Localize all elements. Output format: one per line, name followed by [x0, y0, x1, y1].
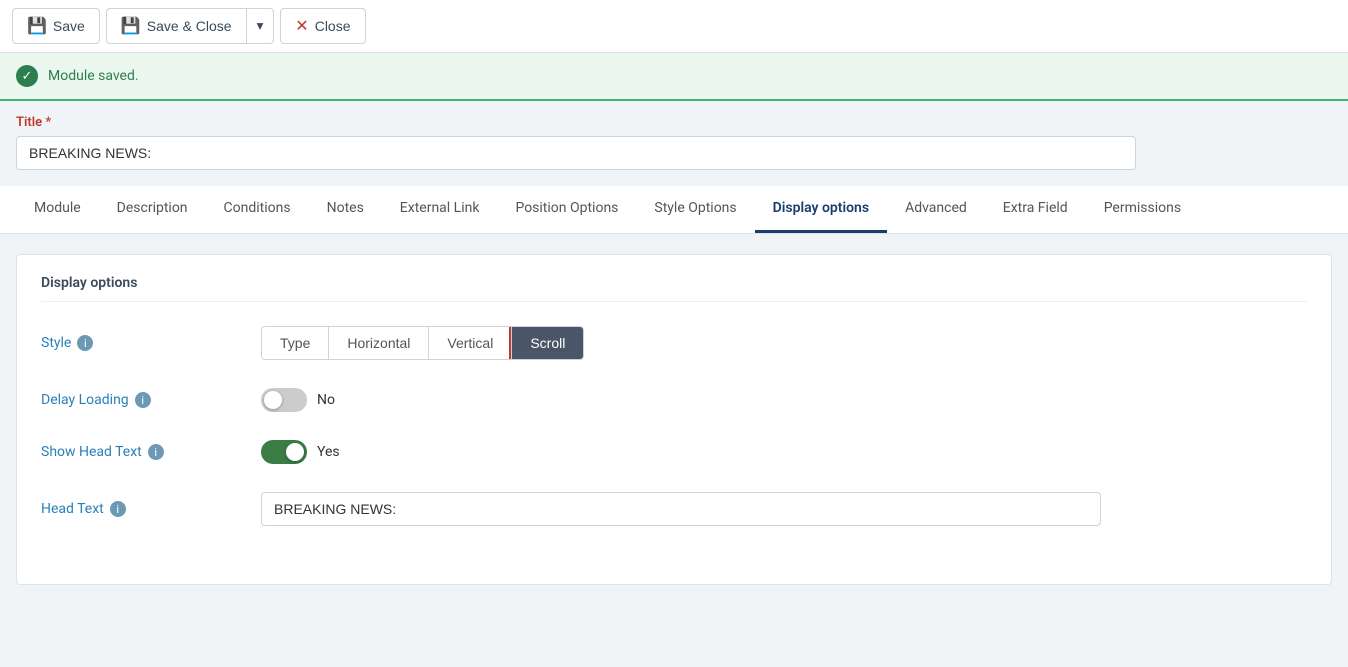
show-head-text-row: Show Head Text i Yes — [41, 440, 1307, 464]
save-close-icon: 💾 — [121, 16, 141, 36]
save-close-button[interactable]: 💾 Save & Close — [106, 8, 246, 44]
style-row: Style i Type Horizontal Vertical Scroll — [41, 326, 1307, 360]
show-head-text-info-icon[interactable]: i — [148, 444, 164, 460]
show-head-text-state-label: Yes — [317, 444, 340, 460]
success-message: Module saved. — [48, 68, 139, 84]
style-label: Style i — [41, 335, 241, 351]
tab-extra-field[interactable]: Extra Field — [985, 186, 1086, 233]
head-text-label: Head Text i — [41, 501, 241, 517]
save-close-group: 💾 Save & Close ▾ — [106, 8, 274, 44]
save-close-label: Save & Close — [147, 18, 232, 34]
delay-loading-label: Delay Loading i — [41, 392, 241, 408]
toolbar: 💾 Save 💾 Save & Close ▾ ✕ Close — [0, 0, 1348, 53]
tab-conditions[interactable]: Conditions — [206, 186, 309, 233]
style-button-group: Type Horizontal Vertical Scroll — [261, 326, 584, 360]
show-head-text-toggle-wrapper: Yes — [261, 440, 340, 464]
tab-permissions[interactable]: Permissions — [1086, 186, 1199, 233]
card-title: Display options — [41, 275, 1307, 302]
close-label: Close — [315, 18, 351, 34]
delay-loading-toggle[interactable] — [261, 388, 307, 412]
tab-module[interactable]: Module — [16, 186, 99, 233]
tab-notes[interactable]: Notes — [309, 186, 382, 233]
tab-style-options[interactable]: Style Options — [636, 186, 754, 233]
tab-description[interactable]: Description — [99, 186, 206, 233]
tabs-bar: Module Description Conditions Notes Exte… — [0, 186, 1348, 234]
tab-display-options[interactable]: Display options — [755, 186, 887, 233]
save-label: Save — [53, 18, 85, 34]
title-section: Title * — [0, 101, 1348, 170]
show-head-text-toggle[interactable] — [261, 440, 307, 464]
delay-loading-info-icon[interactable]: i — [135, 392, 151, 408]
style-button-group-wrapper: Type Horizontal Vertical Scroll — [261, 326, 584, 360]
success-icon: ✓ — [16, 65, 38, 87]
title-label: Title * — [16, 115, 1332, 130]
save-icon: 💾 — [27, 16, 47, 36]
tab-external-link[interactable]: External Link — [382, 186, 498, 233]
title-input[interactable] — [16, 136, 1136, 170]
delay-loading-toggle-wrapper: No — [261, 388, 335, 412]
success-banner: ✓ Module saved. — [0, 53, 1348, 101]
style-info-icon[interactable]: i — [77, 335, 93, 351]
show-head-text-label: Show Head Text i — [41, 444, 241, 460]
show-head-text-toggle-thumb — [286, 443, 304, 461]
save-button[interactable]: 💾 Save — [12, 8, 100, 44]
check-icon: ✓ — [22, 69, 33, 84]
style-vertical-button[interactable]: Vertical — [429, 327, 512, 359]
delay-loading-state-label: No — [317, 392, 335, 408]
content-area: Display options Style i Type Horizontal … — [0, 234, 1348, 634]
delay-loading-row: Delay Loading i No — [41, 388, 1307, 412]
dropdown-chevron-icon: ▾ — [257, 18, 264, 33]
close-icon: ✕ — [295, 16, 308, 36]
head-text-info-icon[interactable]: i — [110, 501, 126, 517]
style-horizontal-button[interactable]: Horizontal — [329, 327, 429, 359]
save-close-dropdown[interactable]: ▾ — [246, 8, 275, 44]
head-text-input[interactable] — [261, 492, 1101, 526]
required-marker: * — [45, 115, 51, 130]
tab-advanced[interactable]: Advanced — [887, 186, 985, 233]
head-text-row: Head Text i — [41, 492, 1307, 526]
display-options-card: Display options Style i Type Horizontal … — [16, 254, 1332, 585]
tab-position-options[interactable]: Position Options — [497, 186, 636, 233]
close-button[interactable]: ✕ Close — [280, 8, 365, 44]
style-scroll-button[interactable]: Scroll — [512, 327, 583, 359]
delay-loading-toggle-thumb — [264, 391, 282, 409]
style-type-button[interactable]: Type — [262, 327, 329, 359]
